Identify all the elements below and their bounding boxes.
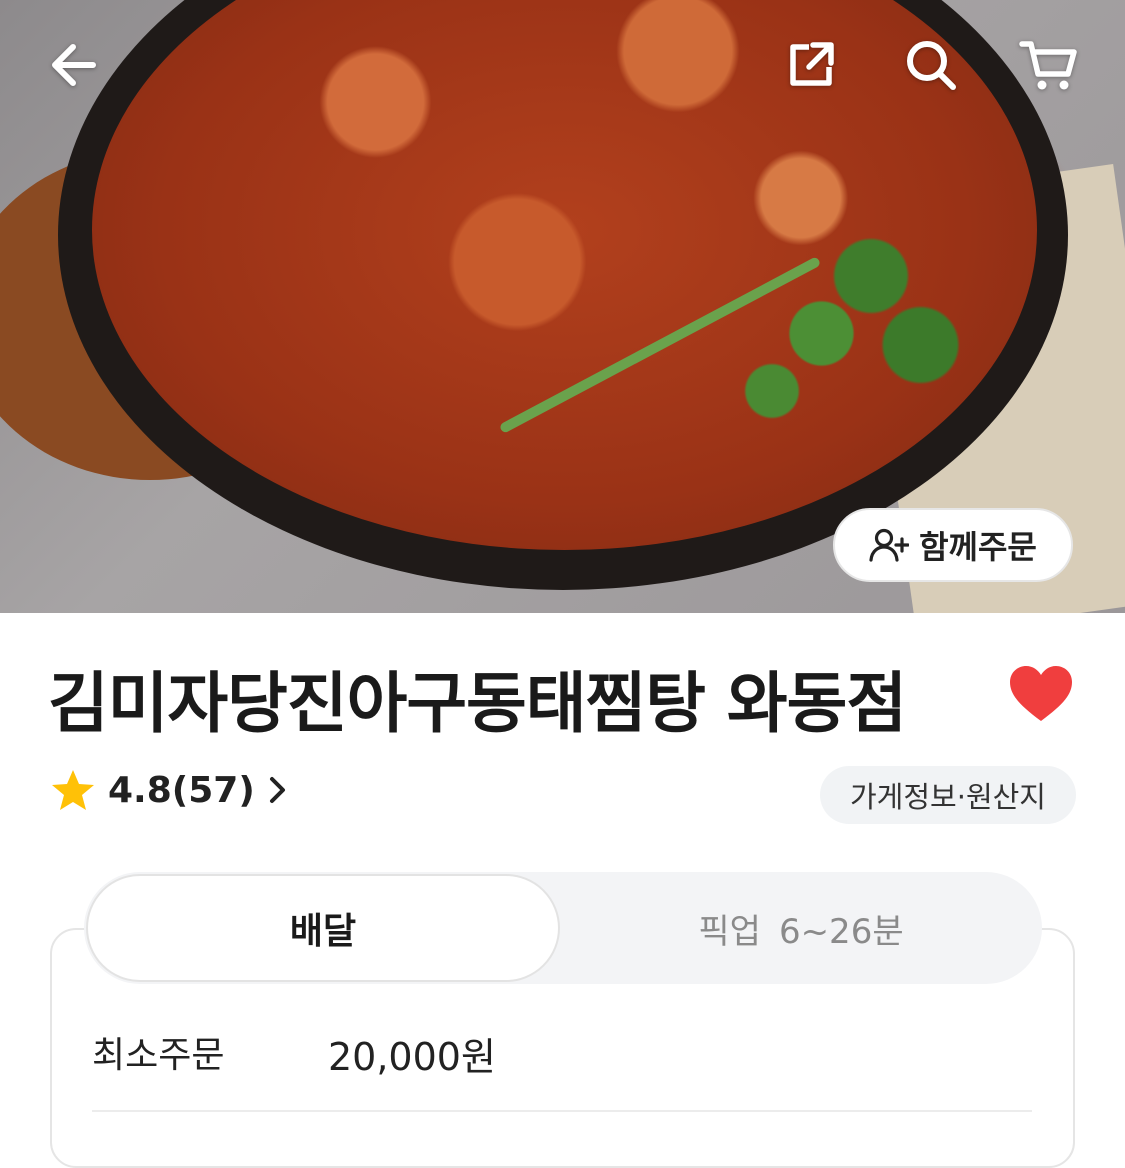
divider [92,1110,1032,1112]
pickup-time: 6~26분 [778,911,904,952]
tab-pickup-label: 픽업 [698,911,761,952]
cart-button[interactable] [1014,30,1084,100]
min-order-label: 최소주문 [92,1035,225,1076]
add-person-icon [869,528,910,562]
group-order-label: 함께주문 [919,528,1037,566]
cart-icon [1019,41,1077,90]
chevron-right-icon [269,777,285,803]
share-button[interactable] [776,30,846,100]
search-icon [907,41,956,90]
rating-value: 4.8 [108,769,172,811]
back-button[interactable] [40,30,110,100]
group-order-button[interactable]: 함께주문 [833,508,1073,582]
tab-pickup[interactable]: 픽업 6~26분 [562,874,1040,982]
tab-delivery-label: 배달 [289,911,357,952]
rating-link[interactable]: 4.8(57) [50,768,289,812]
tab-delivery[interactable]: 배달 [86,874,560,982]
search-button[interactable] [896,30,966,100]
heart-icon [1010,666,1072,721]
back-arrow-icon [52,44,96,86]
store-name: 김미자당진아구동태찜탕 와동점 [48,665,907,742]
share-icon [790,42,834,86]
store-info-button[interactable]: 가게정보·원산지 [820,766,1076,824]
review-count: (57) [171,769,255,811]
min-order-value: 20,000원 [328,1035,496,1079]
star-icon [52,770,94,810]
herb-garnish [640,230,970,460]
favorite-button[interactable] [1008,664,1074,724]
